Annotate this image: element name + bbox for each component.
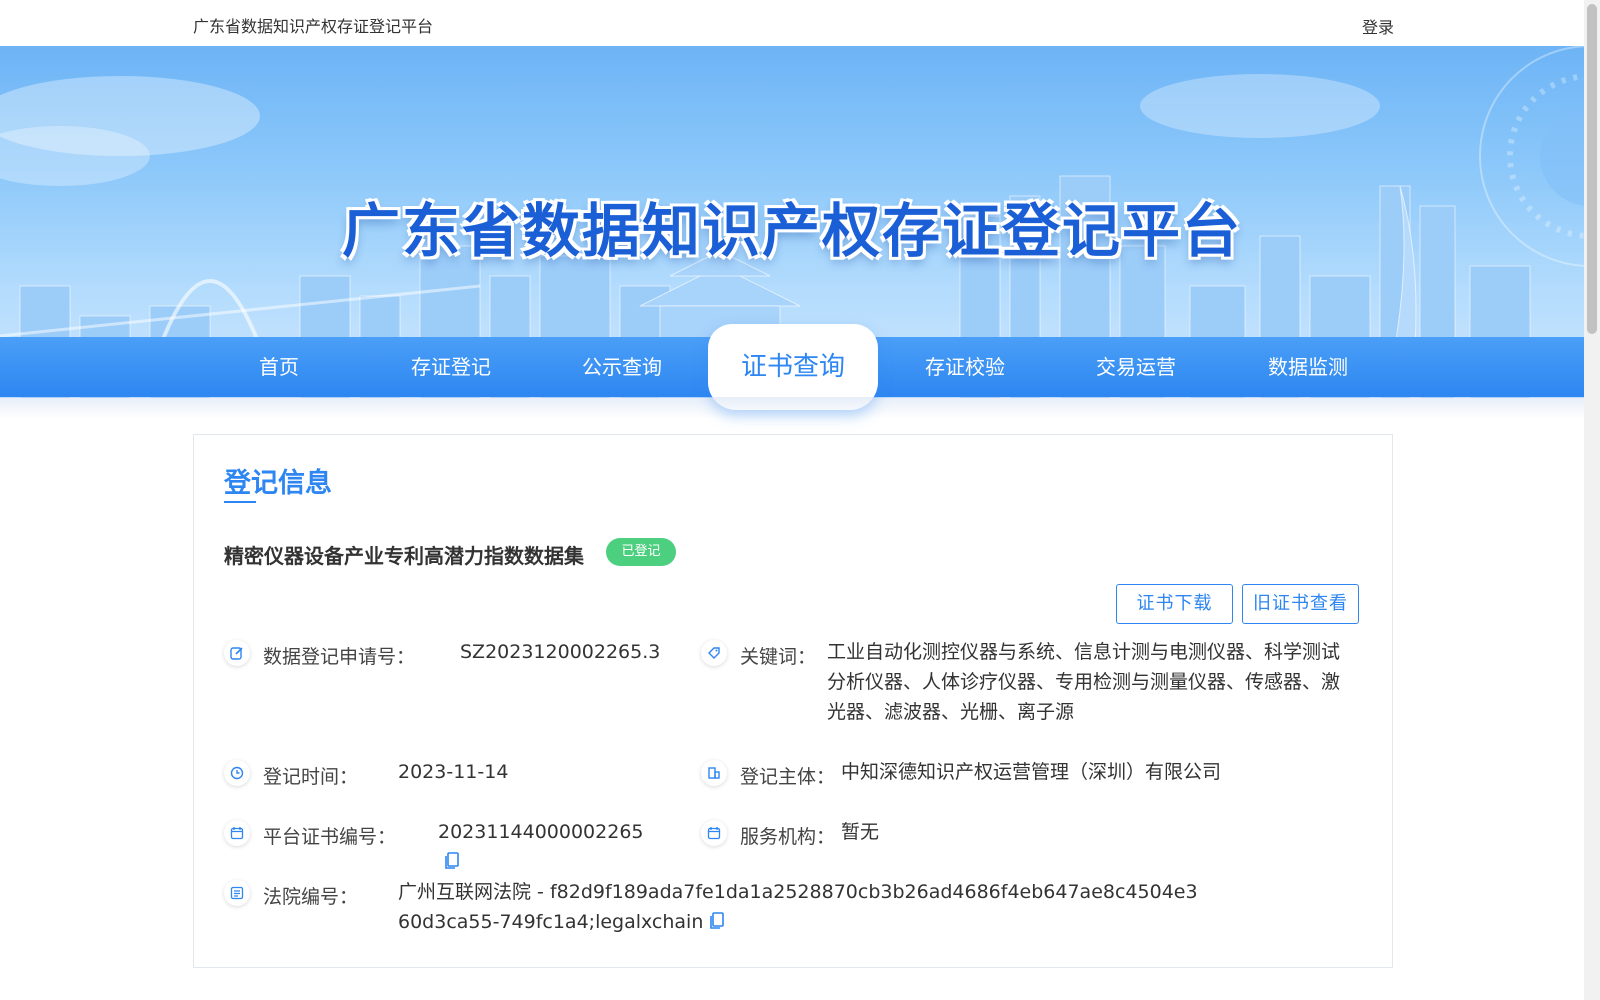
status-badge: 已登记 (606, 538, 676, 566)
org-icon (701, 760, 727, 786)
registration-time-value: 2023-11-14 (398, 761, 509, 783)
nav-item-registration[interactable]: 存证登记 (366, 337, 536, 397)
section-title: 登记信息 (224, 468, 332, 499)
copy-icon[interactable] (444, 849, 460, 879)
nav-item-trading[interactable]: 交易运营 (1051, 337, 1221, 397)
court-name-value: 广州互联网法院 (398, 881, 532, 903)
scrollbar-thumb[interactable] (1587, 4, 1597, 334)
top-bar: 广东省数据知识产权存证登记平台 登录 (0, 0, 1584, 46)
application-no-label: 数据登记申请号： (263, 646, 416, 668)
field-certificate-no: 平台证书编号： 20231144000002265 (224, 820, 664, 869)
registration-subject-label: 登记主体： (740, 766, 836, 788)
dataset-name: 精密仪器设备产业专利高潜力指数数据集 (224, 544, 584, 568)
field-court-no: 法院编号： 广州互联网法院 - f82d9f189ada7fe1da1a2528… (224, 880, 1364, 950)
banner-title: 广东省数据知识产权存证登记平台 (341, 197, 1242, 265)
edit-icon (224, 640, 250, 666)
tag-icon (701, 640, 727, 666)
nav-shadow (0, 397, 1584, 419)
nav-item-verification[interactable]: 存证校验 (880, 337, 1050, 397)
court-no-label: 法院编号： (263, 886, 359, 908)
certificate-no-value: 20231144000002265 (438, 821, 644, 843)
keywords-label: 关键词： (740, 646, 817, 668)
certificate-download-button[interactable]: 证书下载 (1116, 584, 1233, 624)
registration-info-card: 登记信息 精密仪器设备产业专利高潜力指数数据集 已登记 证书下载 旧证书查看 数… (193, 434, 1393, 968)
old-certificate-view-button[interactable]: 旧证书查看 (1242, 584, 1359, 624)
application-no-value: SZ2023120002265.3 (460, 641, 661, 663)
registration-time-label: 登记时间： (263, 766, 359, 788)
calendar-icon (701, 820, 727, 846)
copy-icon[interactable] (709, 909, 725, 939)
clock-icon (224, 760, 250, 786)
service-org-value: 暂无 (841, 821, 880, 843)
nav-item-monitoring[interactable]: 数据监测 (1223, 337, 1393, 397)
list-icon (224, 880, 250, 906)
keywords-value: 工业自动化测控仪器与系统、信息计测与电测仪器、科学测试分析仪器、人体诊疗仪器、专… (827, 641, 1341, 723)
nav-item-public-query[interactable]: 公示查询 (537, 337, 707, 397)
section-underline (224, 501, 256, 503)
certificate-no-label: 平台证书编号： (263, 826, 397, 848)
field-keywords: 关键词： 工业自动化测控仪器与系统、信息计测与电测仪器、科学测试分析仪器、人体诊… (701, 640, 1361, 740)
page-scrollbar[interactable] (1584, 0, 1600, 1000)
main-nav: 首页 存证登记 公示查询 证书查询 存证校验 交易运营 数据监测 (0, 324, 1584, 410)
nav-item-home[interactable]: 首页 (194, 337, 364, 397)
site-name: 广东省数据知识产权存证登记平台 (193, 17, 434, 36)
login-link[interactable]: 登录 (1362, 14, 1394, 38)
field-application-no: 数据登记申请号： SZ2023120002265.3 (224, 640, 664, 680)
calendar-icon (224, 820, 250, 846)
service-org-label: 服务机构： (740, 826, 836, 848)
field-registration-time: 登记时间： 2023-11-14 (224, 760, 664, 800)
field-registration-subject: 登记主体： 中知深德知识产权运营管理（深圳）有限公司 (701, 760, 1361, 800)
field-service-org: 服务机构： 暂无 (701, 820, 1361, 860)
registration-subject-value: 中知深德知识产权运营管理（深圳）有限公司 (841, 761, 1222, 783)
